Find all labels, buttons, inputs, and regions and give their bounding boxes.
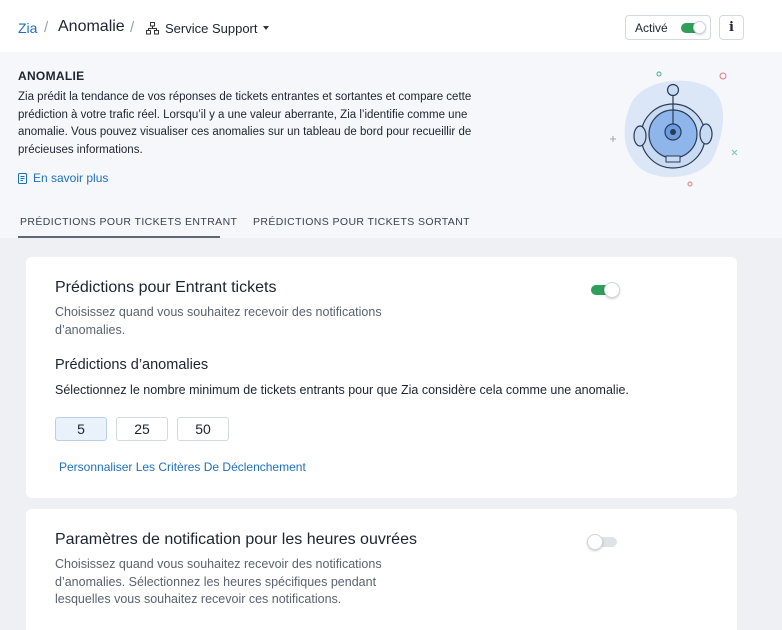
page-title: Anomalie: [58, 18, 125, 35]
tab-incoming-predictions[interactable]: PRÉDICTIONS POUR TICKETS ENTRANT: [20, 216, 237, 228]
business-hours-toggle[interactable]: [587, 534, 617, 550]
incoming-card-description: Choisissez quand vous souhaitez recevoir…: [55, 305, 382, 337]
toggle-knob: [604, 282, 620, 298]
anomaly-predictions-title: Prédictions d’anomalies: [55, 357, 209, 373]
incoming-predictions-card: Prédictions pour Entrant tickets Choisis…: [26, 257, 737, 498]
breadcrumb-separator: /: [130, 19, 135, 36]
threshold-option-50[interactable]: 50: [177, 417, 229, 441]
business-hours-title: Paramètres de notification pour les heur…: [55, 531, 417, 548]
threshold-option-25[interactable]: 25: [116, 417, 168, 441]
info-heading: ANOMALIE: [18, 69, 85, 83]
incoming-predictions-toggle[interactable]: [591, 282, 621, 298]
incoming-card-title: Prédictions pour Entrant tickets: [55, 279, 277, 296]
anomaly-predictions-description: Sélectionnez le nombre minimum de ticket…: [55, 383, 629, 397]
module-status-toggle[interactable]: Activé: [625, 15, 711, 40]
breadcrumb-zia-link[interactable]: Zia: [18, 20, 37, 36]
business-hours-card: Paramètres de notification pour les heur…: [26, 509, 737, 630]
chevron-down-icon: [262, 26, 269, 30]
business-hours-description: Choisissez quand vous souhaitez recevoir…: [55, 557, 382, 606]
module-status-label: Activé: [635, 21, 668, 35]
threshold-option-5[interactable]: 5: [55, 417, 107, 441]
active-tab-indicator: [18, 236, 220, 238]
tab-outgoing-predictions[interactable]: PRÉDICTIONS POUR TICKETS SORTANT: [253, 216, 470, 228]
learn-more-link[interactable]: En savoir plus: [18, 171, 108, 185]
department-tree-icon: [146, 21, 159, 34]
status-toggle-knob: [693, 21, 706, 34]
info-button[interactable]: i: [719, 15, 744, 40]
document-icon: [18, 172, 27, 184]
department-label: Service Support: [165, 20, 258, 36]
breadcrumb-separator: /: [44, 19, 49, 36]
info-description: Zia prédit la tendance de vos réponses d…: [18, 91, 472, 156]
department-selector[interactable]: Service Support: [146, 19, 269, 37]
anomaly-illustration: [610, 71, 738, 187]
learn-more-label: En savoir plus: [33, 171, 109, 185]
top-bar: Zia / Anomalie / Service Support Activé …: [0, 0, 782, 52]
customize-trigger-criteria-link[interactable]: Personnaliser Les Critères De Déclenchem…: [59, 460, 306, 474]
toggle-knob: [587, 534, 603, 550]
